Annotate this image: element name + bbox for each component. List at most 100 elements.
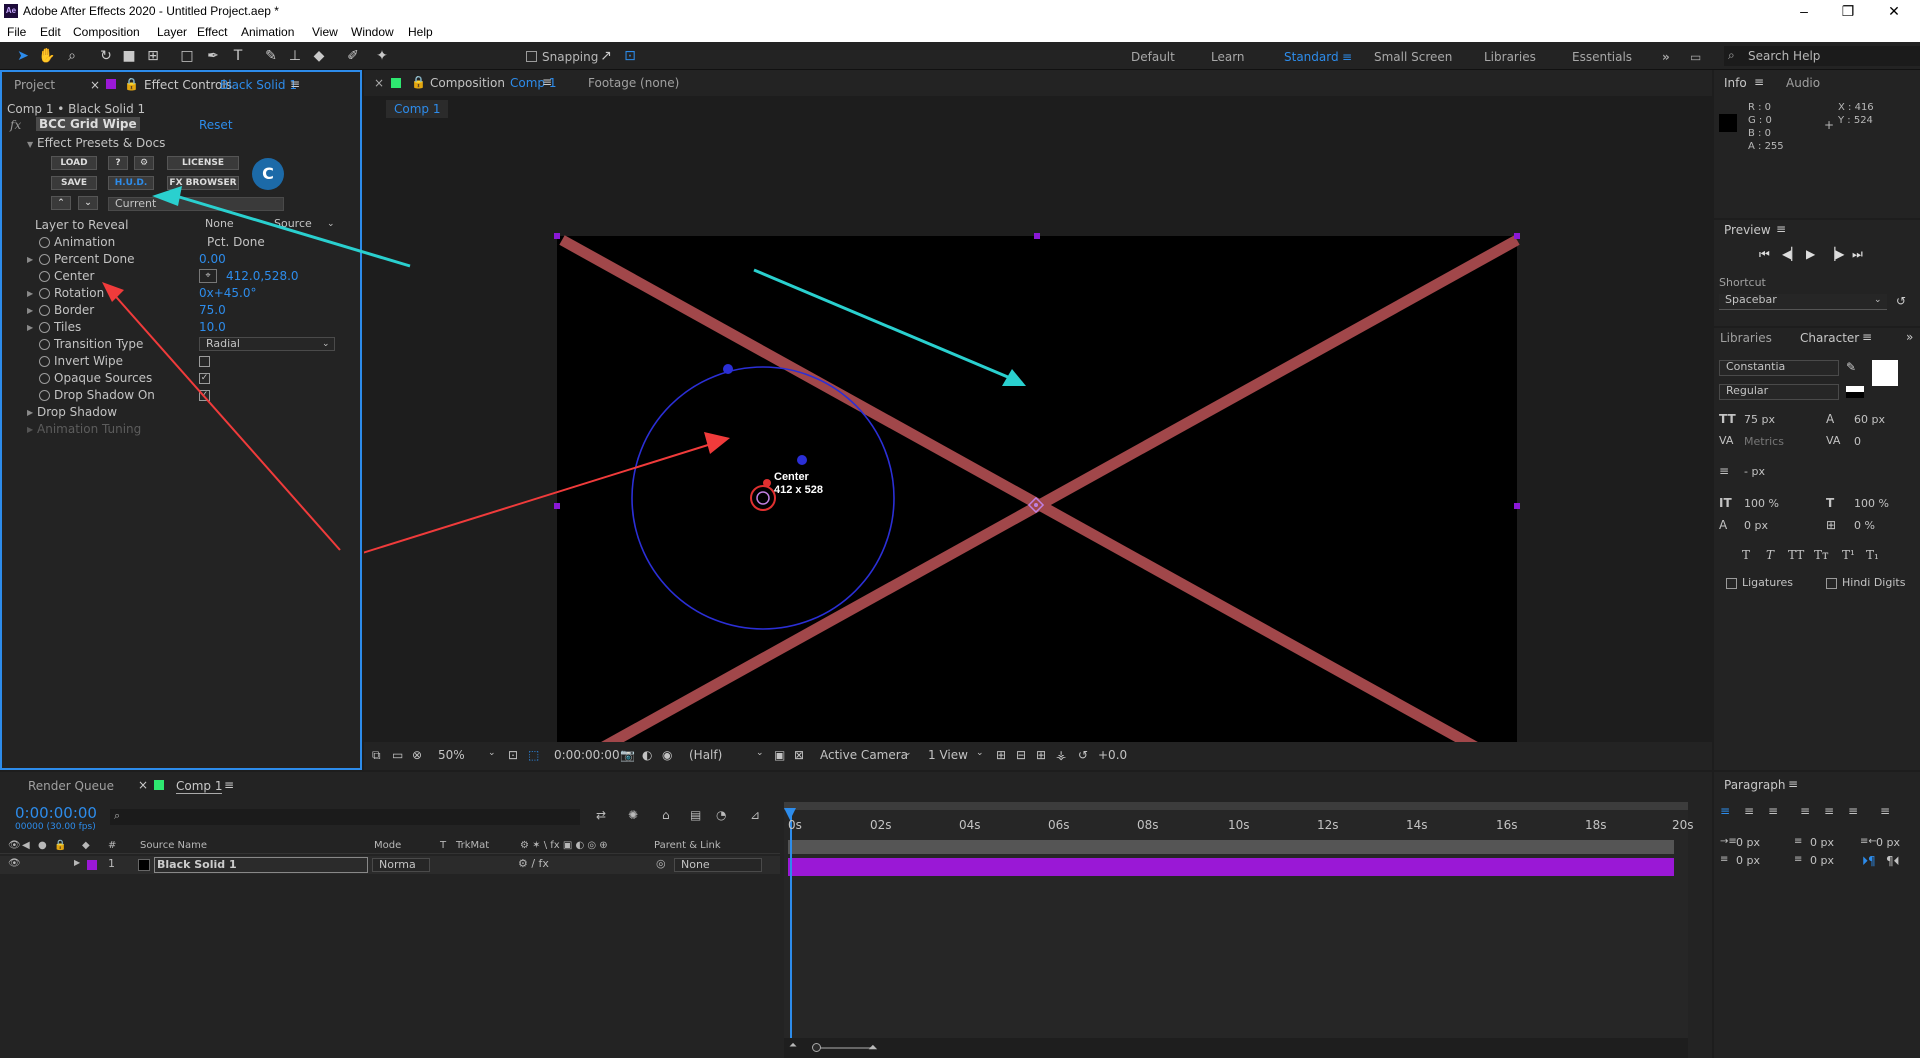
more-workspaces-icon[interactable]: »	[1662, 50, 1670, 64]
solo-icon[interactable]: ●	[38, 840, 47, 851]
hud-handle-1[interactable]	[723, 364, 733, 374]
t-header[interactable]: T	[440, 840, 446, 851]
selection-tool-icon[interactable]: ➤	[13, 46, 33, 66]
menu-help[interactable]: Help	[408, 25, 433, 39]
timecode-display[interactable]: 0:00:00:00	[554, 748, 620, 762]
drop-shadow-on-checkbox[interactable]: ✓	[199, 390, 210, 401]
draft-3d-icon[interactable]: ✺	[628, 808, 638, 822]
effect-presets-group[interactable]: Effect Presets & Docs	[37, 136, 165, 150]
close-icon[interactable]: ✕	[1874, 1, 1914, 21]
more-panels-icon[interactable]: »	[1906, 330, 1913, 344]
workspace-layout-icon[interactable]: ▭	[1690, 50, 1701, 64]
justify-center-icon[interactable]: ≡	[1824, 804, 1834, 818]
flowchart-icon[interactable]: ⚶	[1056, 748, 1066, 762]
search-input[interactable]: Search Help	[1748, 49, 1820, 63]
region-of-interest-icon[interactable]: ⬚	[528, 748, 539, 762]
trkmat-header[interactable]: TrkMat	[456, 840, 489, 851]
3d-renderer-icon[interactable]: ⊟	[1016, 748, 1026, 762]
tab-audio[interactable]: Audio	[1786, 76, 1820, 90]
tab-libraries[interactable]: Libraries	[1720, 331, 1772, 345]
layer-switches-icons[interactable]: ⚙ / fx	[518, 857, 549, 870]
opaque-sources-checkbox[interactable]: ✓	[199, 373, 210, 384]
frame-blending-icon[interactable]: ▤	[690, 808, 701, 822]
faux-bold-icon[interactable]: T	[1742, 548, 1750, 562]
indent-right-value[interactable]: 0 px	[1876, 836, 1900, 849]
transition-type-dropdown[interactable]: Radial ⌄	[199, 337, 335, 351]
snapshot-icon[interactable]: 📷	[620, 748, 635, 762]
preset-current-dropdown[interactable]: Current	[108, 197, 284, 211]
settings-gear-icon[interactable]: ⚙	[134, 156, 154, 170]
roto-brush-tool-icon[interactable]: ✐	[343, 46, 363, 66]
show-snapshot-icon[interactable]: ◐	[642, 748, 652, 762]
workspace-small-screen[interactable]: Small Screen	[1374, 50, 1452, 64]
puppet-tool-icon[interactable]: ✦	[372, 46, 392, 66]
handle-t[interactable]	[1034, 233, 1040, 239]
rectangle-tool-icon[interactable]: □	[177, 46, 197, 66]
last-frame-icon[interactable]: ⏭	[1852, 247, 1863, 262]
expand-arrow-icon[interactable]: ▶	[27, 289, 33, 298]
comp-mini-flowchart-icon[interactable]: ⇄	[596, 808, 606, 822]
playhead[interactable]	[790, 810, 792, 1058]
hud-button[interactable]: H.U.D.	[108, 176, 154, 190]
align-left-icon[interactable]: ≡	[1720, 804, 1730, 818]
tiles-value[interactable]: 10.0	[199, 320, 226, 334]
reset-shortcut-icon[interactable]: ↺	[1896, 294, 1906, 308]
stopwatch-icon[interactable]	[39, 305, 50, 316]
fill-color-swatch[interactable]	[1872, 360, 1898, 386]
ligatures-checkbox[interactable]	[1726, 578, 1737, 589]
hud-handle-2[interactable]	[797, 455, 807, 465]
workspace-menu-icon[interactable]: ≡	[1342, 50, 1352, 64]
tab-render-queue[interactable]: Render Queue	[28, 779, 114, 793]
faux-italic-icon[interactable]: T	[1766, 548, 1774, 562]
menu-view[interactable]: View	[312, 25, 338, 39]
comp-subtab[interactable]: Comp 1	[386, 100, 449, 118]
license-button[interactable]: LICENSE	[167, 156, 239, 170]
justify-all-icon[interactable]: ≡	[1880, 804, 1890, 818]
shortcut-dropdown[interactable]: Spacebar ⌄	[1719, 294, 1887, 310]
mask-visibility-icon[interactable]: ⊗	[412, 748, 422, 762]
label-icon[interactable]: ◆	[82, 840, 90, 851]
eyedropper-icon[interactable]: ✎	[1846, 360, 1856, 374]
font-family-dropdown[interactable]: Constantia	[1719, 360, 1839, 376]
timeline-icon[interactable]: ⊞	[1036, 748, 1046, 762]
handle-l[interactable]	[554, 503, 560, 509]
next-frame-icon[interactable]: ▕▶	[1826, 247, 1844, 261]
timeline-graph[interactable]	[784, 802, 1688, 1058]
fx-browser-button[interactable]: FX BROWSER	[167, 176, 239, 190]
resolution-dropdown[interactable]: (Half)	[689, 748, 722, 762]
help-button[interactable]: ?	[108, 156, 128, 170]
comp-viewer-svg[interactable]: Center 412 x 528	[364, 120, 1712, 770]
brush-tool-icon[interactable]: ✎	[261, 46, 281, 66]
type-tool-icon[interactable]: T	[228, 46, 248, 66]
leading-value[interactable]: 60 px	[1854, 413, 1885, 426]
rotate-tool-icon[interactable]: ↻	[96, 46, 116, 66]
snap-options-icon[interactable]: ↗	[596, 46, 616, 66]
exposure-value[interactable]: +0.0	[1098, 748, 1127, 762]
motion-blur-icon[interactable]: ◔	[716, 808, 726, 822]
stopwatch-icon[interactable]	[39, 271, 50, 282]
lock-icon[interactable]: 🔒	[124, 77, 139, 91]
prop-drop-shadow-group[interactable]: ▶ Drop Shadow	[2, 405, 352, 422]
workspace-libraries[interactable]: Libraries	[1484, 50, 1536, 64]
shy-layers-icon[interactable]: ⌂	[662, 808, 670, 822]
views-dropdown[interactable]: 1 View	[928, 748, 968, 762]
pick-whip-icon[interactable]: ◎	[656, 857, 666, 870]
black-white-swatch-icon[interactable]	[1846, 386, 1864, 398]
pen-tool-icon[interactable]: ✒	[203, 46, 223, 66]
camera-tool-icon[interactable]: ■	[119, 46, 139, 66]
ltr-direction-icon[interactable]: ⏵¶	[1862, 854, 1876, 869]
layer-name[interactable]: Black Solid 1	[154, 857, 368, 873]
rotation-value[interactable]: 0x+45.0°	[199, 286, 257, 300]
justify-right-icon[interactable]: ≡	[1848, 804, 1858, 818]
parent-link-header[interactable]: Parent & Link	[654, 840, 721, 851]
layer-to-reveal-dropdown[interactable]: None Source ⌄	[199, 218, 339, 232]
all-caps-icon[interactable]: TT	[1788, 548, 1804, 562]
zoom-in-icon[interactable]: ⏶	[868, 1040, 878, 1055]
kerning-value[interactable]: Metrics	[1744, 435, 1784, 448]
tsume-value[interactable]: 0 %	[1854, 519, 1875, 532]
expand-arrow-icon[interactable]: ▶	[27, 306, 33, 315]
panel-menu-icon[interactable]: ≡	[1776, 222, 1786, 236]
superscript-icon[interactable]: T¹	[1842, 548, 1855, 562]
small-caps-icon[interactable]: Tт	[1814, 548, 1829, 562]
snap-target-icon[interactable]: ⊡	[620, 46, 640, 66]
